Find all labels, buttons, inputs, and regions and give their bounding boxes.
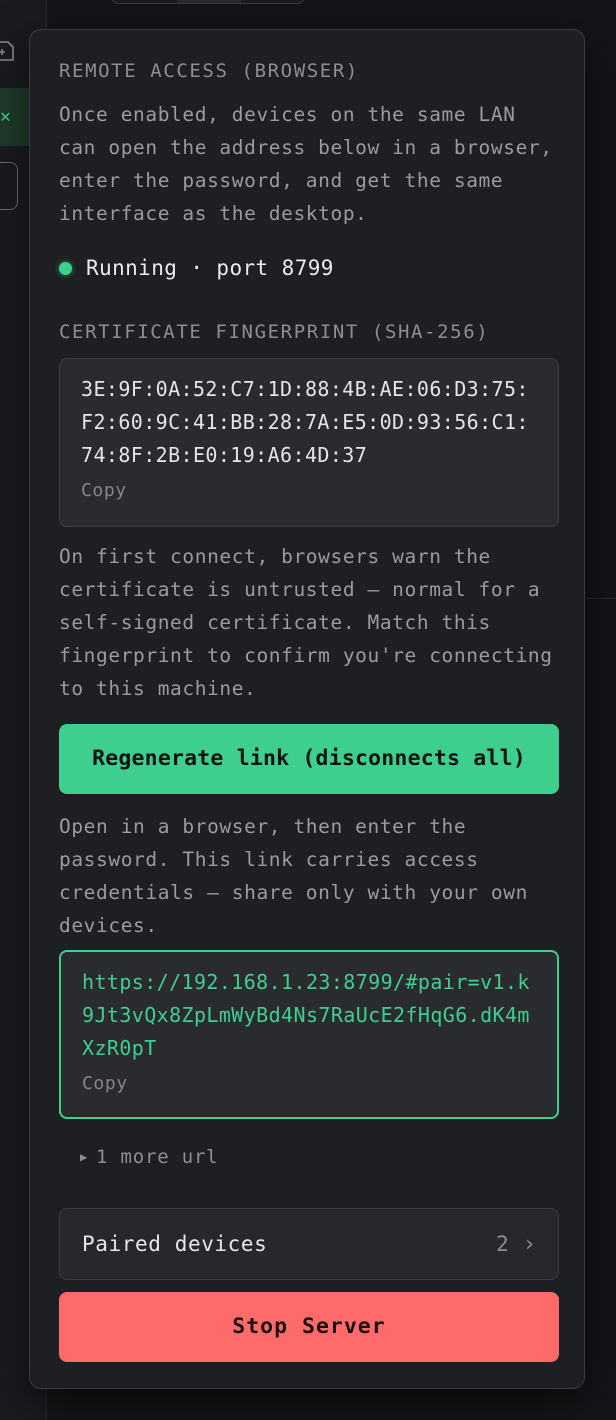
link-instructions: Open in a browser, then enter the passwo…	[59, 815, 528, 937]
fingerprint-value: 3E:9F:0A:52:C7:1D:88:4B:AE:06:D3:75:F2:6…	[81, 377, 529, 467]
copy-link-button[interactable]: Copy	[82, 1073, 128, 1094]
triangle-right-icon: ▶	[80, 1150, 89, 1164]
certificate-note: On first connect, browsers warn the cert…	[59, 545, 553, 700]
remote-access-description: Once enabled, devices on the same LAN ca…	[59, 103, 553, 225]
divider	[586, 598, 616, 599]
pair-link-url[interactable]: https://192.168.1.23:8799/#pair=v1.k9Jt3…	[82, 966, 537, 1065]
stop-server-button[interactable]: Stop Server	[59, 1292, 559, 1362]
sidebar-input[interactable]	[0, 162, 18, 210]
remote-access-popover: REMOTE ACCESS (BROWSER) Once enabled, de…	[29, 29, 585, 1389]
status-text: Running · port 8799	[86, 256, 334, 280]
server-status: Running · port 8799	[59, 256, 559, 280]
close-icon[interactable]: ✕	[0, 88, 30, 146]
status-indicator-icon	[59, 261, 72, 275]
file-add-icon[interactable]	[0, 40, 14, 62]
paired-devices-count: 2	[496, 1232, 509, 1256]
fingerprint-box: 3E:9F:0A:52:C7:1D:88:4B:AE:06:D3:75:F2:6…	[59, 358, 559, 527]
segmented-control[interactable]	[112, 0, 304, 4]
certificate-title: CERTIFICATE FINGERPRINT (SHA-256)	[59, 321, 490, 343]
regenerate-link-button[interactable]: Regenerate link (disconnects all)	[59, 724, 559, 794]
paired-devices-label: Paired devices	[82, 1232, 268, 1256]
copy-fingerprint-button[interactable]: Copy	[81, 480, 127, 501]
more-urls-toggle[interactable]: ▶ 1 more url	[80, 1146, 380, 1168]
pair-link-box: https://192.168.1.23:8799/#pair=v1.k9Jt3…	[59, 950, 559, 1119]
more-urls-label: 1 more url	[96, 1146, 219, 1168]
chevron-right-icon: ›	[522, 1231, 536, 1257]
paired-devices-row[interactable]: Paired devices 2 ›	[59, 1208, 559, 1280]
remote-access-title: REMOTE ACCESS (BROWSER)	[59, 60, 359, 82]
